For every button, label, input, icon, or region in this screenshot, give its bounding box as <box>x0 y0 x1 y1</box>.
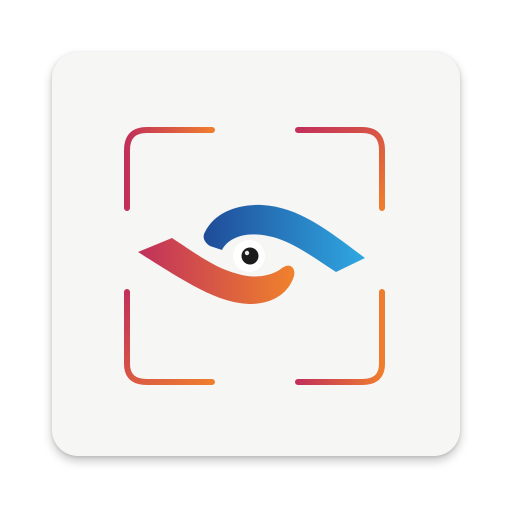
frame-corner-bottom-left <box>124 289 215 385</box>
scanner-eye-icon <box>124 127 385 385</box>
app-icon-canvas <box>0 0 512 512</box>
frame-corner-top-left <box>124 127 215 211</box>
eye-upper-swoosh <box>203 204 365 272</box>
frame-corner-bottom-right <box>295 289 385 385</box>
eye-pupil <box>233 240 265 272</box>
frame-corner-top-right <box>295 127 385 211</box>
